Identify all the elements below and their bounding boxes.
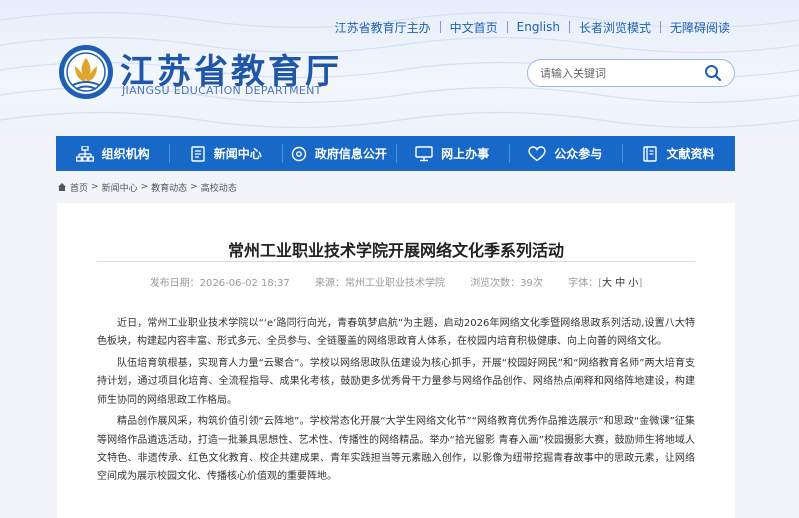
search-icon[interactable] <box>704 64 722 82</box>
breadcrumb-education-news[interactable]: 教育动态 <box>151 181 187 194</box>
monitor-icon <box>415 145 433 161</box>
nav-item-literature[interactable]: 文献资料 <box>621 136 735 171</box>
breadcrumb-university-news[interactable]: 高校动态 <box>201 181 237 194</box>
title-divider <box>97 261 695 262</box>
nav-label: 文献资料 <box>666 147 715 161</box>
top-link-accessibility[interactable]: 无障碍阅读 <box>670 19 730 36</box>
font-size-bracket: ] <box>638 278 643 289</box>
font-size-small[interactable]: 小 <box>628 278 638 289</box>
main-nav: 组织机构 新闻中心 政府信息公开 网上办事 公众参与 文献资料 <box>56 136 735 171</box>
article-paragraph: 队伍培育筑根基，实现育人力量“云聚合”。学校以网络思政队伍建设为核心抓手，开展“… <box>97 358 695 406</box>
article-paragraph: 精品创作展风采，构筑价值引领“云阵地”。学校常态化开展“大学生网络文化节”“网络… <box>97 416 695 483</box>
breadcrumb-home[interactable]: 首页 <box>70 181 88 194</box>
article-title: 常州工业职业技术学院开展网络文化季系列活动 <box>227 241 564 260</box>
nav-label: 组织机构 <box>101 147 150 161</box>
nav-item-online-services[interactable]: 网上办事 <box>395 136 509 171</box>
heart-icon <box>528 145 546 161</box>
font-size-large[interactable]: 大 <box>602 278 612 289</box>
nav-item-organization[interactable]: 组织机构 <box>56 136 169 171</box>
education-department-logo-icon[interactable] <box>58 44 114 100</box>
nav-label: 新闻中心 <box>213 147 262 161</box>
search-box <box>527 59 735 87</box>
org-chart-icon <box>75 145 94 162</box>
nav-item-public-participation[interactable]: 公众参与 <box>508 136 622 171</box>
article-source: 来源：常州工业职业技术学院 <box>315 278 445 289</box>
book-icon <box>643 145 658 162</box>
top-links: 江苏省教育厅主办 中文首页 English 长者浏览模式 无障碍阅读 <box>335 19 730 35</box>
nav-item-gov-info[interactable]: 政府信息公开 <box>282 136 395 171</box>
site-header: 江苏省教育厅主办 中文首页 English 长者浏览模式 无障碍阅读 江苏省教育… <box>0 0 799 136</box>
top-link-chinese-home[interactable]: 中文首页 <box>450 19 498 36</box>
site-subtitle: JIANGSU EDUCATION DEPARTMENT <box>122 84 322 97</box>
nav-label: 公众参与 <box>554 147 603 161</box>
view-count: 浏览次数：39次 <box>470 278 543 289</box>
top-link-elder-mode[interactable]: 长者浏览模式 <box>579 19 651 36</box>
top-link-host[interactable]: 江苏省教育厅主办 <box>335 19 431 36</box>
article-body: 近日，常州工业职业技术学院以“‘e’路同行向光，青春筑梦启航”为主题，启动202… <box>97 315 695 490</box>
breadcrumb: 首页 > 新闻中心 > 教育动态 > 高校动态 <box>57 180 237 194</box>
publish-date: 发布日期：2026-06-02 18:37 <box>149 278 290 289</box>
font-size-medium[interactable]: 中 <box>615 278 625 289</box>
document-icon <box>191 145 205 162</box>
article-meta: 发布日期：2026-06-02 18:37 来源：常州工业职业技术学院 浏览次数… <box>57 274 735 289</box>
article-paragraph: 近日，常州工业职业技术学院以“‘e’路同行向光，青春筑梦启航”为主题，启动202… <box>97 318 695 348</box>
nav-label: 网上办事 <box>441 147 490 161</box>
font-size-label: 字体：[ <box>568 278 603 289</box>
breadcrumb-news-center[interactable]: 新闻中心 <box>102 181 138 194</box>
home-icon <box>58 183 66 191</box>
nav-item-news-center[interactable]: 新闻中心 <box>169 136 282 171</box>
top-link-english[interactable]: English <box>517 20 560 34</box>
article-panel: 常州工业职业技术学院开展网络文化季系列活动 发布日期：2026-06-02 18… <box>57 203 735 518</box>
search-input[interactable] <box>540 65 690 81</box>
disc-icon <box>291 146 307 161</box>
nav-label: 政府信息公开 <box>314 147 387 161</box>
